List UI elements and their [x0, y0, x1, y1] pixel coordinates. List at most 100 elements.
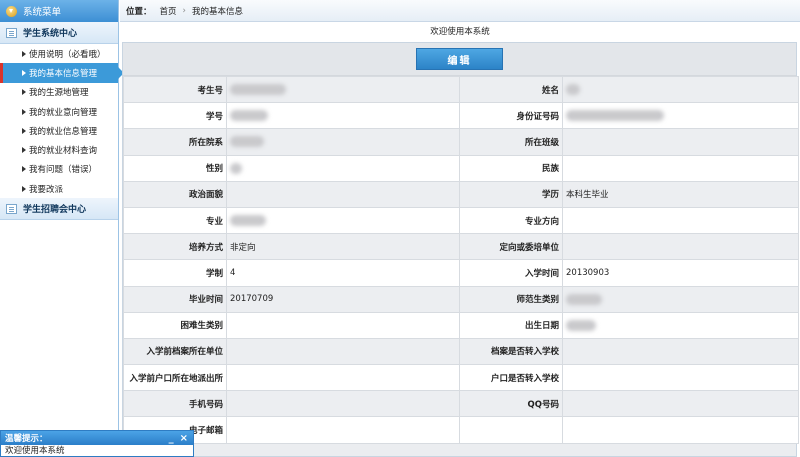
table-row: 电子邮箱: [123, 416, 799, 444]
field-label: 培养方式: [123, 233, 227, 261]
field-value: [562, 128, 799, 156]
sidebar-item-origin[interactable]: 我的生源地管理: [0, 83, 118, 102]
list-icon: [6, 27, 17, 38]
table-row: 困难生类别 出生日期: [123, 311, 799, 339]
field-label: 毕业时间: [123, 285, 227, 313]
table-row: 所在院系 所在班级: [123, 128, 799, 156]
field-label: 考生号: [123, 75, 227, 104]
section-student-center[interactable]: 学生系统中心: [0, 22, 118, 44]
field-label: 性别: [123, 154, 227, 182]
field-label: 定向或委培单位: [459, 233, 563, 261]
field-label: 民族: [459, 154, 563, 182]
field-label: 学历: [459, 180, 563, 208]
field-value: [226, 154, 460, 182]
field-value: 20130903: [562, 259, 799, 287]
field-label: 师范生类别: [459, 285, 563, 313]
sidebar: 系统菜单 学生系统中心 使用说明（必看哦） 我的基本信息管理 我的生源地管理 我…: [0, 0, 119, 457]
toolbar: 编辑: [123, 43, 796, 76]
tip-title: 温馨提示：: [5, 434, 48, 444]
sidebar-item-instructions[interactable]: 使用说明（必看哦）: [0, 44, 118, 63]
table-row: 专业 专业方向: [123, 206, 799, 235]
field-label: 入学前档案所在单位: [123, 337, 227, 366]
field-value: [226, 364, 460, 392]
sidebar-item-job-intent[interactable]: 我的就业意向管理: [0, 102, 118, 121]
table-row: 考生号 姓名: [123, 75, 799, 104]
menu-icon: [6, 5, 17, 17]
field-value: [562, 285, 799, 313]
sidebar-item-label: 我要改派: [29, 184, 64, 195]
sidebar-item-basic-info[interactable]: 我的基本信息管理: [0, 63, 118, 83]
section-label: 学生招聘会中心: [23, 205, 87, 216]
sidebar-item-label: 我的基本信息管理: [29, 68, 98, 79]
redacted-value: [230, 84, 286, 96]
info-panel: 编辑 考生号 姓名 学号 身份证号码 所在院系 所在班级 性别 民族 政治面貌 …: [122, 42, 799, 457]
field-label: 学制: [123, 259, 227, 287]
table-row: 政治面貌 学历 本科生毕业: [123, 180, 799, 208]
sidebar-item-label: 我有问题（错误）: [29, 165, 98, 176]
field-value: [226, 180, 460, 208]
minimize-icon[interactable]: _: [169, 433, 174, 444]
sidebar-header: 系统菜单: [0, 0, 118, 22]
table-row: 入学前户口所在地派出所 户口是否转入学校: [123, 364, 799, 392]
field-label: 入学前户口所在地派出所: [123, 364, 227, 392]
table-row: 毕业时间 20170709 师范生类别: [123, 285, 799, 313]
field-value: [562, 311, 799, 339]
table-row: 学制 4 入学时间 20130903: [123, 259, 799, 287]
field-label: 所在班级: [459, 128, 563, 156]
field-value: 20170709: [226, 285, 460, 313]
sidebar-item-problems[interactable]: 我有问题（错误）: [0, 160, 118, 179]
sidebar-item-label: 我的就业信息管理: [29, 126, 98, 137]
section-job-fair-center[interactable]: 学生招聘会中心: [0, 198, 118, 221]
field-value: [226, 416, 460, 444]
field-label: 专业方向: [459, 206, 563, 235]
redacted-value: [566, 319, 596, 331]
close-icon[interactable]: ×: [180, 433, 188, 444]
info-table: 考生号 姓名 学号 身份证号码 所在院系 所在班级 性别 民族 政治面貌 学历 …: [123, 75, 799, 444]
sidebar-item-label: 我的生源地管理: [29, 88, 89, 99]
field-value: [226, 102, 460, 130]
field-label: 出生日期: [459, 311, 563, 339]
field-value: [562, 390, 799, 418]
tip-titlebar: 温馨提示： _ ×: [1, 431, 193, 445]
field-value: 4: [226, 259, 460, 287]
field-value: [562, 364, 799, 392]
field-label: 所在院系: [123, 128, 227, 156]
sidebar-item-label: 使用说明（必看哦）: [29, 49, 106, 60]
field-value: [562, 75, 799, 104]
sidebar-item-reassign[interactable]: 我要改派: [0, 179, 118, 198]
field-label: 手机号码: [123, 390, 227, 418]
field-label: 专业: [123, 206, 227, 235]
breadcrumb-home-link[interactable]: 首页: [160, 5, 177, 17]
field-label: 入学时间: [459, 259, 563, 287]
table-row: 学号 身份证号码: [123, 102, 799, 130]
field-value: [562, 416, 799, 444]
field-value: 非定向: [226, 233, 460, 261]
section-label: 学生系统中心: [23, 29, 78, 39]
breadcrumb-current: 我的基本信息: [191, 6, 243, 17]
sidebar-title: 系统菜单: [23, 7, 62, 18]
sidebar-item-label: 我的就业意向管理: [29, 107, 98, 118]
sidebar-item-label: 我的就业材料查询: [29, 146, 98, 157]
edit-button[interactable]: 编辑: [416, 48, 503, 70]
field-label: 困难生类别: [123, 311, 227, 339]
sidebar-item-job-materials[interactable]: 我的就业材料查询: [0, 140, 118, 159]
tip-body: 欢迎使用本系统: [5, 446, 65, 456]
tip-popup: 温馨提示： _ × 欢迎使用本系统: [0, 430, 194, 457]
field-value: [562, 206, 799, 235]
field-value: [226, 206, 460, 235]
field-value: [562, 337, 799, 366]
redacted-value: [566, 84, 580, 96]
field-value: [226, 337, 460, 366]
field-label: [459, 416, 563, 444]
breadcrumb-label: 位置：: [126, 6, 152, 17]
field-value: [562, 102, 799, 130]
field-label: 姓名: [459, 75, 563, 104]
breadcrumb: 位置： 首页 › 我的基本信息: [120, 0, 800, 22]
table-row: 性别 民族: [123, 154, 799, 182]
welcome-text: 欢迎使用本系统: [430, 27, 490, 37]
table-row: 入学前档案所在单位 档案是否转入学校: [123, 337, 799, 366]
redacted-value: [230, 215, 266, 227]
field-label: 政治面貌: [123, 180, 227, 208]
sidebar-item-job-info[interactable]: 我的就业信息管理: [0, 121, 118, 140]
redacted-value: [230, 162, 242, 174]
